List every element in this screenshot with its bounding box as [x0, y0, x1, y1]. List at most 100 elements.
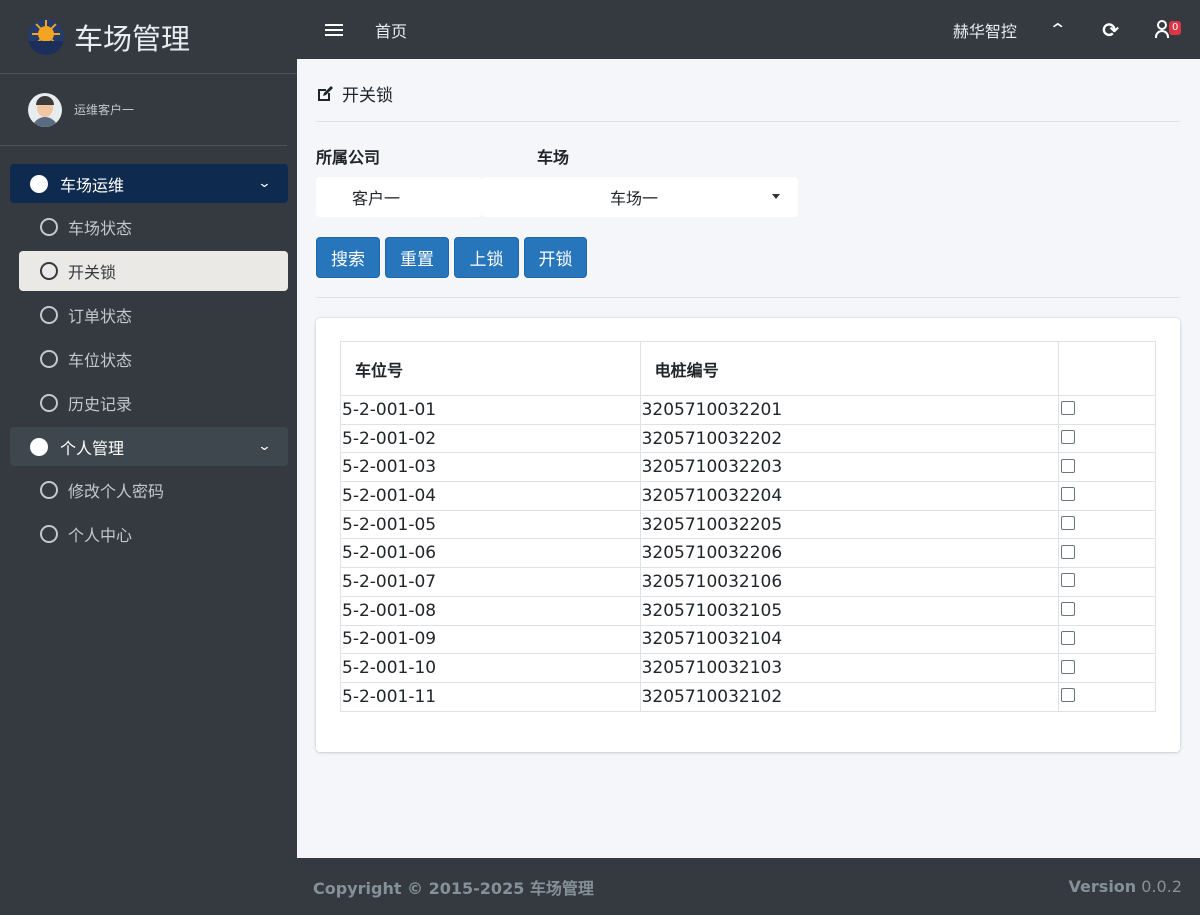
circle-icon	[40, 525, 58, 543]
nav-home-link[interactable]: 首页	[375, 18, 407, 42]
row-checkbox[interactable]	[1061, 544, 1076, 559]
lock-button[interactable]: 上锁	[454, 237, 519, 278]
circle-filled-icon	[30, 174, 48, 193]
user-name: 运维客户一	[74, 103, 135, 117]
user-panel[interactable]: 运维客户一	[0, 74, 287, 146]
column-header-charger: 电桩编号	[639, 341, 1060, 396]
chevron-down-icon: ⌄	[257, 439, 272, 454]
user-icon[interactable]: 0	[1155, 19, 1183, 41]
sidebar-group-personal[interactable]: 个人管理 ⌄	[10, 427, 288, 466]
space-number: 5-2-001-09	[340, 624, 641, 655]
version-label: Version	[1068, 877, 1137, 896]
circle-icon	[40, 306, 58, 324]
row-select-cell	[1058, 653, 1156, 683]
row-checkbox[interactable]	[1061, 573, 1076, 588]
row-select-cell	[1058, 452, 1156, 483]
company-name: 赫华智控	[952, 21, 1017, 41]
company-label: 所属公司	[316, 148, 381, 167]
table-row: 5-2-001-03 3205710032203	[340, 452, 1156, 483]
sidebar-item-lock-switch[interactable]: 开关锁	[19, 251, 288, 291]
sidebar-item-label: 修改个人密码	[68, 482, 165, 501]
table-row: 5-2-001-05 3205710032205	[340, 509, 1156, 540]
divider	[316, 297, 1180, 298]
table-row: 5-2-001-01 3205710032201	[340, 395, 1156, 425]
space-number: 5-2-001-04	[340, 481, 641, 511]
row-checkbox[interactable]	[1061, 516, 1076, 531]
sidebar-item-order-status[interactable]: 订单状态	[19, 295, 288, 335]
chevron-up-icon[interactable]: ⌃	[1048, 20, 1067, 39]
row-select-cell	[1058, 538, 1156, 569]
sidebar-item-lot-status[interactable]: 车场状态	[19, 207, 288, 247]
space-number: 5-2-001-01	[340, 395, 641, 425]
table-row: 5-2-001-04 3205710032204	[340, 481, 1156, 511]
space-number: 5-2-001-10	[340, 653, 641, 683]
table-row: 5-2-001-09 3205710032104	[340, 624, 1156, 655]
version-number: 0.0.2	[1141, 877, 1182, 896]
refresh-icon[interactable]: ⟳	[1102, 18, 1119, 42]
unlock-button[interactable]: 开锁	[524, 237, 587, 278]
sidebar-item-label: 订单状态	[68, 307, 133, 326]
circle-icon	[40, 262, 58, 280]
table-row: 5-2-001-08 3205710032105	[340, 595, 1156, 626]
company-field[interactable]: 客户一	[316, 177, 482, 217]
sidebar-item-history[interactable]: 历史记录	[19, 383, 288, 423]
page-title: 开关锁	[342, 86, 393, 106]
sidebar-group-ops[interactable]: 车场运维 ⌄	[10, 164, 288, 203]
table-row: 5-2-001-10 3205710032103	[340, 653, 1156, 683]
charger-number: 3205710032205	[639, 509, 1060, 540]
row-checkbox[interactable]	[1061, 401, 1076, 416]
row-select-cell	[1058, 481, 1156, 511]
sidebar-group-label: 个人管理	[60, 438, 125, 458]
row-select-cell	[1058, 624, 1156, 655]
charger-number: 3205710032204	[639, 481, 1060, 511]
sidebar-item-change-password[interactable]: 修改个人密码	[19, 470, 288, 510]
table-row: 5-2-001-06 3205710032206	[340, 538, 1156, 569]
column-header-select	[1058, 341, 1156, 396]
circle-filled-icon	[30, 437, 48, 456]
row-checkbox[interactable]	[1061, 458, 1076, 473]
row-checkbox[interactable]	[1061, 487, 1076, 502]
version-info: Version 0.0.2	[1069, 877, 1182, 896]
sidebar: 车场管理 运维客户一 车场运维 ⌄ 车场状态 开关锁 订单状态 车位状态 历史记…	[0, 0, 297, 915]
divider	[316, 121, 1180, 122]
space-number: 5-2-001-08	[340, 595, 641, 626]
chevron-down-icon: ⌄	[257, 176, 272, 191]
brand[interactable]: 车场管理	[0, 0, 297, 74]
circle-icon	[40, 350, 58, 368]
sidebar-item-profile[interactable]: 个人中心	[19, 514, 288, 554]
table-row: 5-2-001-07 3205710032106	[340, 567, 1156, 597]
sidebar-item-label: 车场状态	[68, 219, 133, 238]
hamburger-icon[interactable]	[325, 21, 343, 39]
search-button[interactable]: 搜索	[316, 237, 380, 278]
space-number: 5-2-001-06	[340, 538, 641, 569]
sidebar-item-label: 个人中心	[68, 526, 133, 545]
space-number: 5-2-001-05	[340, 509, 641, 540]
caret-down-icon	[772, 194, 780, 199]
circle-icon	[40, 481, 58, 499]
charger-number: 3205710032106	[639, 567, 1060, 597]
notification-badge: 0	[1169, 20, 1182, 35]
charger-number: 3205710032201	[639, 395, 1060, 425]
sidebar-item-space-status[interactable]: 车位状态	[19, 339, 288, 379]
sidebar-item-label: 历史记录	[68, 395, 133, 414]
edit-icon	[318, 85, 333, 101]
row-checkbox[interactable]	[1061, 659, 1076, 674]
table-row: 5-2-001-02 3205710032202	[340, 423, 1156, 454]
topbar: 首页 赫华智控 ⌃ ⟳ 0	[297, 0, 1200, 59]
reset-button[interactable]: 重置	[385, 237, 449, 278]
row-select-cell	[1058, 395, 1156, 425]
company-value: 客户一	[352, 189, 401, 208]
row-checkbox[interactable]	[1061, 630, 1076, 645]
row-checkbox[interactable]	[1061, 688, 1076, 703]
avatar	[28, 92, 62, 127]
app-title: 车场管理	[74, 21, 191, 56]
table-row: 5-2-001-11 3205710032102	[340, 681, 1156, 712]
copyright-text: Copyright © 2015-2025 车场管理	[313, 878, 594, 898]
results-card: 车位号 电桩编号 5-2-001-01 3205710032201 5-2-00…	[316, 318, 1180, 752]
row-select-cell	[1058, 595, 1156, 626]
lot-select[interactable]: 车场一	[482, 177, 798, 217]
row-checkbox[interactable]	[1061, 602, 1076, 617]
page-header: 开关锁	[316, 81, 393, 106]
row-checkbox[interactable]	[1061, 430, 1076, 445]
row-select-cell	[1058, 567, 1156, 597]
